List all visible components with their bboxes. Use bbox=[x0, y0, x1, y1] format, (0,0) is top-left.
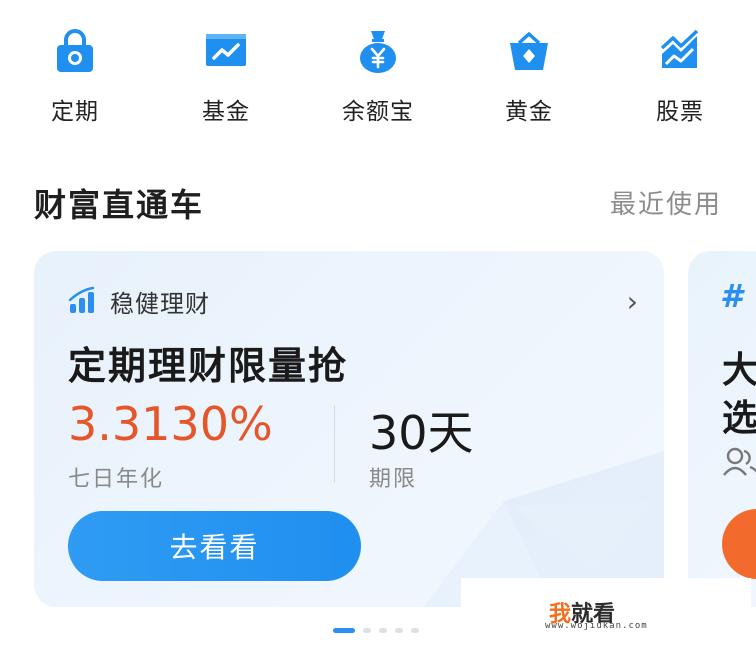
nav-label: 基金 bbox=[202, 99, 250, 125]
nav-label: 余额宝 bbox=[342, 99, 414, 125]
pagination-dot-active[interactable] bbox=[333, 628, 355, 633]
money-bag-icon bbox=[360, 31, 396, 73]
recent-used-link[interactable]: 最近使用 bbox=[610, 184, 722, 221]
hashtag-icon: # bbox=[720, 277, 743, 315]
watermark-url: www.wojiukan.com bbox=[545, 621, 648, 631]
wealth-page: 定期 基金 余额宝 黄金 股票 财富直通车 最近使用 稳健理财 › 定期理财限量… bbox=[0, 0, 756, 651]
section-title: 财富直通车 bbox=[34, 186, 205, 224]
nav-item-stock[interactable]: 股票 bbox=[620, 28, 740, 128]
pagination-dot[interactable] bbox=[363, 628, 371, 633]
card2-title-line: 选 bbox=[722, 398, 756, 439]
term-value: 30天 bbox=[369, 406, 474, 460]
card2-action-button[interactable] bbox=[722, 509, 756, 579]
nav-item-gold[interactable]: 黄金 bbox=[469, 28, 589, 128]
lock-icon bbox=[57, 29, 93, 72]
pagination-dot[interactable] bbox=[379, 628, 387, 633]
product-card[interactable]: 稳健理财 › 定期理财限量抢 3.3130% 七日年化 30天 期限 去看看 bbox=[34, 251, 664, 607]
divider bbox=[334, 405, 335, 483]
card2-title-line: 大 bbox=[722, 350, 756, 391]
nav-item-fixed-term[interactable]: 定期 bbox=[15, 28, 135, 128]
card-tag-label: 稳健理财 bbox=[110, 290, 210, 318]
users-icon bbox=[723, 447, 756, 476]
go-see-button[interactable]: 去看看 bbox=[68, 511, 361, 581]
card-title: 定期理财限量抢 bbox=[68, 344, 349, 388]
nav-item-fund[interactable]: 基金 bbox=[166, 28, 286, 128]
product-card-2[interactable]: # 大 选 bbox=[688, 251, 756, 607]
nav-item-yuebao[interactable]: 余额宝 bbox=[318, 28, 438, 128]
nav-label: 黄金 bbox=[505, 99, 553, 125]
term-label: 期限 bbox=[369, 467, 418, 492]
pagination-dot[interactable] bbox=[411, 628, 419, 633]
rate-value: 3.3130% bbox=[68, 397, 273, 451]
watermark-logo: 我就看 www.wojiukan.com bbox=[461, 578, 751, 638]
stock-trend-icon bbox=[660, 29, 699, 68]
chart-board-icon bbox=[206, 34, 246, 66]
gold-basket-icon bbox=[510, 32, 548, 70]
nav-label: 定期 bbox=[51, 99, 99, 125]
chevron-right-icon[interactable]: › bbox=[627, 285, 638, 318]
quick-nav: 定期 基金 余额宝 黄金 股票 bbox=[0, 0, 756, 140]
pagination-dot[interactable] bbox=[395, 628, 403, 633]
rate-label: 七日年化 bbox=[68, 467, 165, 492]
nav-label: 股票 bbox=[656, 99, 704, 125]
bar-trend-icon bbox=[68, 286, 95, 313]
